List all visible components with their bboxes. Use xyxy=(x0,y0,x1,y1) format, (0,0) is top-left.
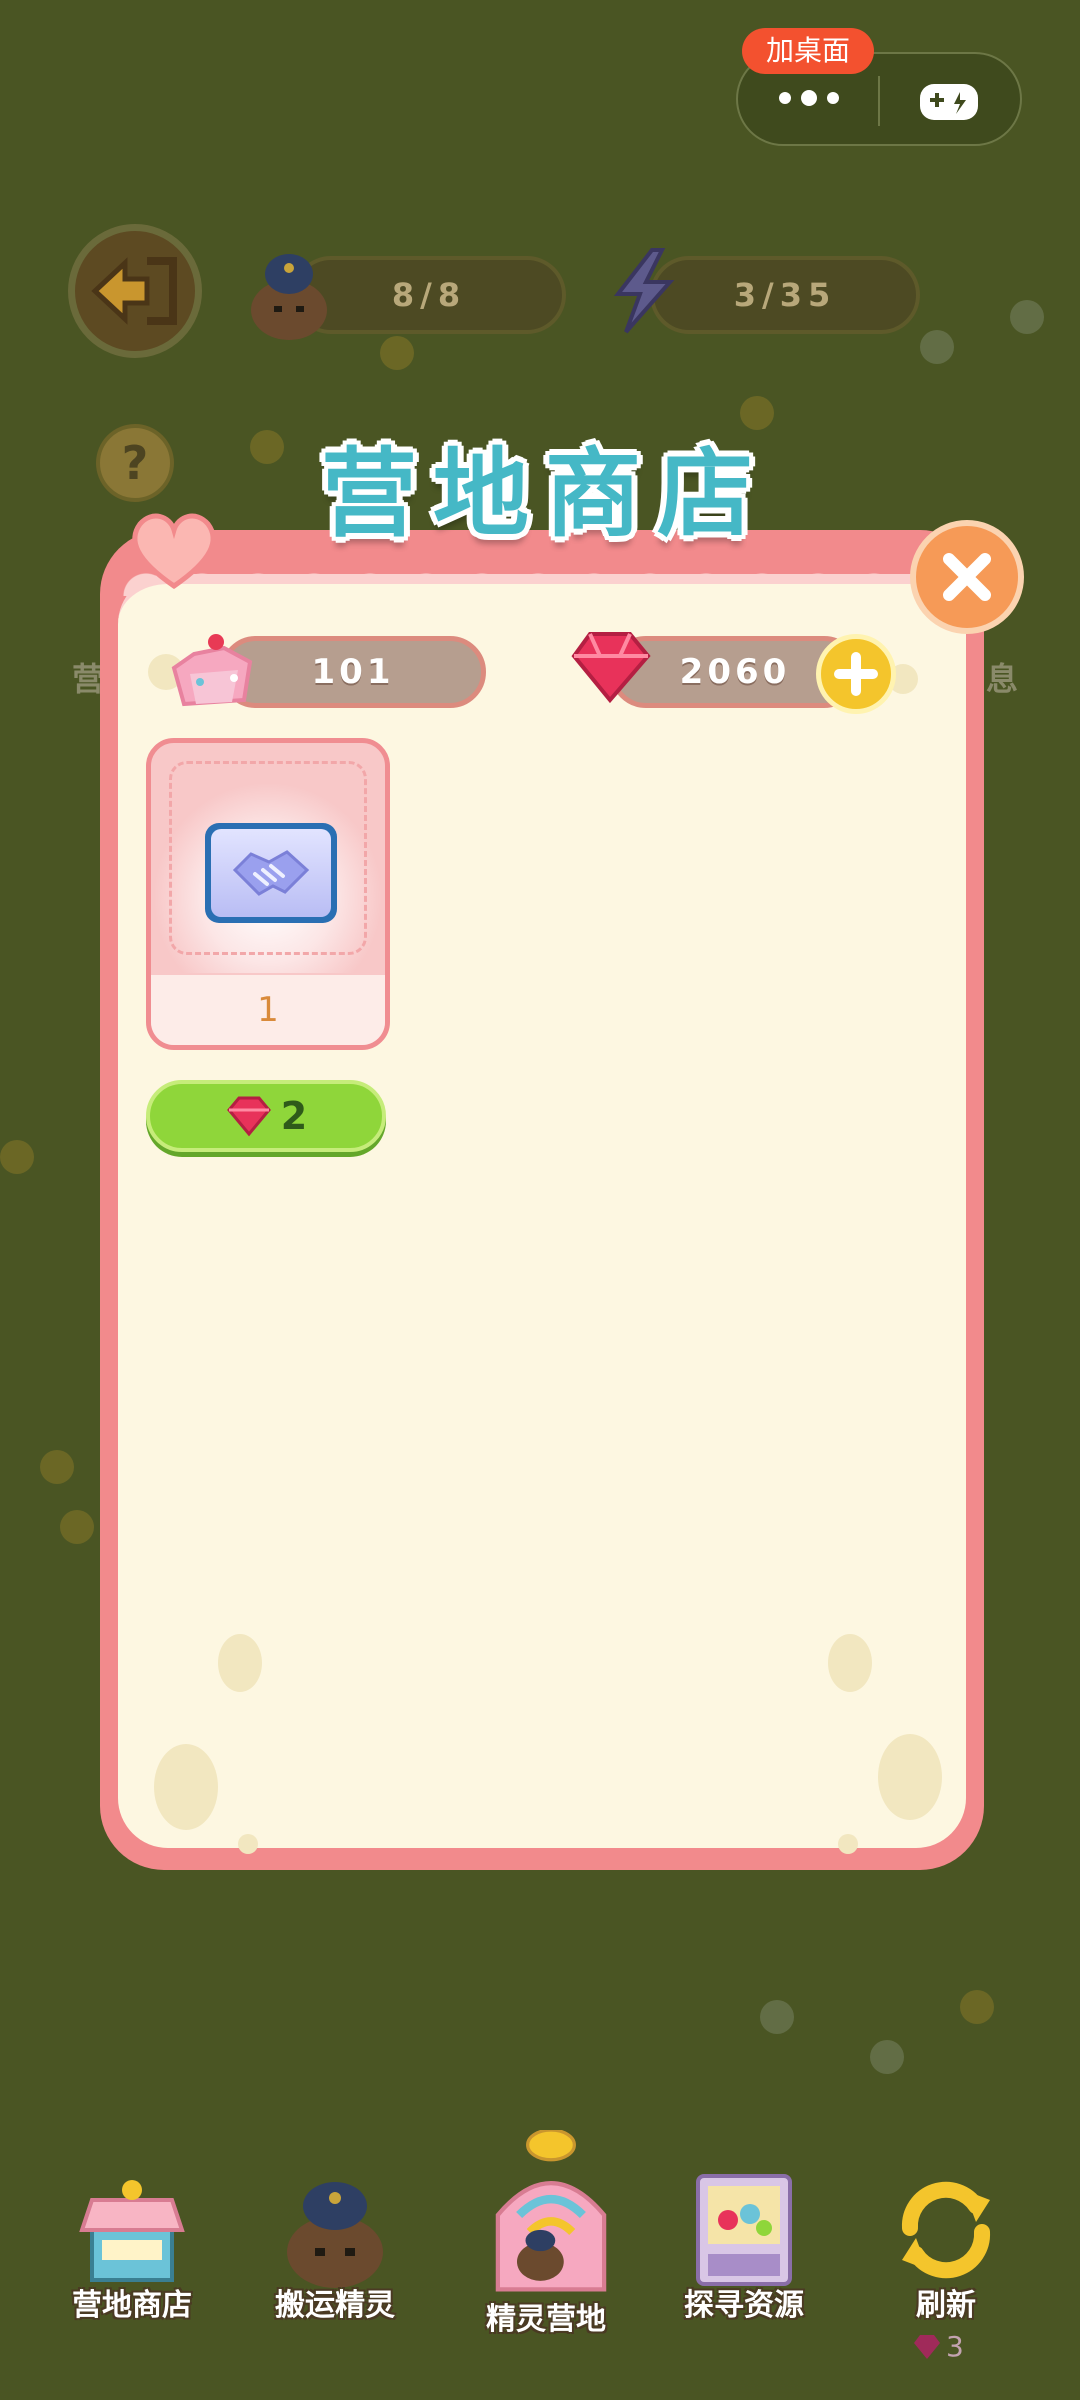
lightning-icon xyxy=(613,248,675,334)
nav-refresh[interactable]: 刷新 xyxy=(866,2170,1026,2340)
close-button[interactable] xyxy=(910,520,1024,634)
energy-bar: 3/35 xyxy=(650,256,920,334)
nav-porter-sprite[interactable]: 搬运精灵 xyxy=(255,2170,415,2340)
buy-price: 2 xyxy=(280,1094,308,1138)
nav-label: 刷新 xyxy=(916,2288,976,2323)
cupcake-icon xyxy=(171,634,253,707)
gem-icon xyxy=(226,1096,271,1137)
camp-shop-panel xyxy=(100,530,984,1870)
sprite-camp-icon xyxy=(495,2130,607,2292)
claw-machine-icon xyxy=(696,2174,792,2286)
refresh-cost: 3 xyxy=(912,2330,964,2363)
refresh-cost-value: 3 xyxy=(946,2330,964,2363)
gem-icon xyxy=(914,2334,940,2359)
gamepad-icon[interactable] xyxy=(914,76,984,126)
nav-sprite-camp[interactable]: 精灵营地 xyxy=(466,2130,636,2340)
nav-explore-resources[interactable]: 探寻资源 xyxy=(664,2170,824,2340)
handshake-icon xyxy=(232,850,310,896)
item-quantity: 1 xyxy=(151,975,385,1045)
heart-icon xyxy=(132,513,216,590)
help-button[interactable]: ? xyxy=(96,424,174,502)
refresh-icon xyxy=(901,2181,991,2279)
plus-icon xyxy=(834,652,878,696)
close-icon xyxy=(943,553,991,601)
buy-button[interactable]: 2 xyxy=(146,1080,386,1152)
exit-arrow-icon xyxy=(91,257,177,325)
nav-camp-shop[interactable]: 营地商店 xyxy=(52,2170,212,2340)
exit-button[interactable] xyxy=(68,224,202,358)
side-label-right: 息 xyxy=(986,660,1019,698)
shop-stall-icon xyxy=(79,2180,185,2282)
porter-sprite-icon xyxy=(251,254,327,340)
shop-item-card[interactable]: 1 xyxy=(146,738,390,1050)
capsule-divider xyxy=(878,76,880,126)
nav-label: 搬运精灵 xyxy=(275,2288,395,2323)
nav-label: 探寻资源 xyxy=(684,2288,804,2323)
gem-icon xyxy=(571,632,651,704)
add-gems-button[interactable] xyxy=(816,634,896,714)
more-menu-icon[interactable] xyxy=(774,78,844,118)
nav-label: 精灵营地 xyxy=(486,2302,606,2337)
porter-sprite-icon xyxy=(287,2182,383,2288)
page-title: 营地商店 xyxy=(321,438,769,550)
add-to-desktop-badge[interactable]: 加桌面 xyxy=(742,28,874,74)
handshake-ticket-icon xyxy=(205,823,337,923)
nav-label: 营地商店 xyxy=(72,2288,192,2323)
